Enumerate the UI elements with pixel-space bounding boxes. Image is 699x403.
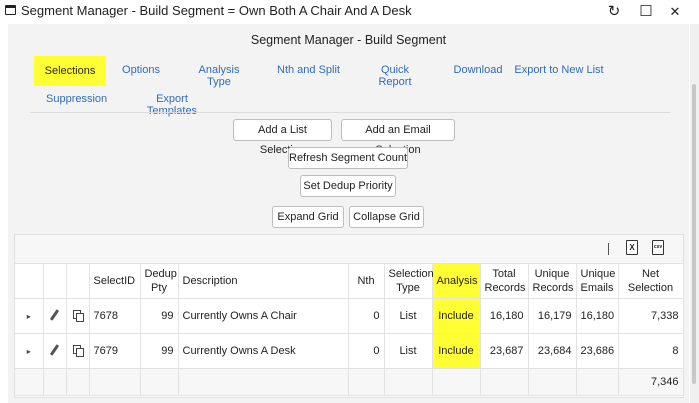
selections-table: SelectID Dedup Pty Description Nth Selec… <box>15 264 684 396</box>
edit-pencil-icon[interactable] <box>49 343 60 356</box>
cell-net-selection: 7,338 <box>618 298 684 334</box>
cell-select-id: 7678 <box>89 298 141 334</box>
header-selection-type[interactable]: Selection Type <box>384 264 434 299</box>
tab-analysis-type[interactable]: Analysis Type <box>186 64 252 88</box>
dialog-content: Segment Manager - Build Segment Selectio… <box>8 24 689 403</box>
refresh-segment-count-button[interactable]: Refresh Segment Count <box>288 147 408 169</box>
cell-description: Currently Owns A Chair <box>178 298 349 334</box>
cell-unique-emails: 23,686 <box>576 333 619 369</box>
selections-grid: X csv SelectID Dedup Pty Description Nth… <box>14 234 684 398</box>
cell-dedup-pty: 99 <box>140 333 179 369</box>
header-copy <box>66 264 90 299</box>
cell-dedup-pty: 99 <box>140 298 179 334</box>
export-excel-icon[interactable]: X <box>626 240 638 255</box>
header-edit <box>43 264 67 299</box>
cell-selection-type: List <box>384 298 433 334</box>
cell-selection-type: List <box>384 333 433 369</box>
grid-toolbar: X csv <box>15 235 683 264</box>
header-total-records[interactable]: Total Records <box>480 264 529 299</box>
tab-quick-report[interactable]: Quick Report <box>364 64 426 88</box>
tab-nth-and-split[interactable]: Nth and Split <box>276 64 341 76</box>
header-unique-emails[interactable]: Unique Emails <box>576 264 619 299</box>
refresh-icon[interactable]: ↻ <box>604 2 624 20</box>
cell-description: Currently Owns A Desk <box>178 333 349 369</box>
copy-icon[interactable] <box>72 344 84 357</box>
cell-net-selection: 8 <box>618 333 684 369</box>
tab-suppression[interactable]: Suppression <box>46 93 107 105</box>
vertical-scrollbar[interactable] <box>690 24 699 403</box>
cell-total-records: 16,180 <box>480 298 529 334</box>
expand-grid-button[interactable]: Expand Grid <box>272 206 344 228</box>
cell-unique-emails: 16,180 <box>576 298 619 334</box>
table-footer-row: 7,346 <box>15 368 684 396</box>
page-title: Segment Manager - Build Segment <box>250 33 447 47</box>
copy-icon[interactable] <box>72 309 84 322</box>
header-analysis[interactable]: Analysis <box>432 264 481 299</box>
tab-selections[interactable]: Selections <box>34 56 106 86</box>
add-list-selection-button[interactable]: Add a List Selection <box>233 119 332 156</box>
cell-analysis: Include <box>432 333 481 369</box>
scrollbar-thumb[interactable] <box>692 84 696 384</box>
table-row: ▸ 7678 99 Currently Owns A Chair 0 List … <box>15 298 684 334</box>
header-expander <box>15 264 44 299</box>
table-header-row: SelectID Dedup Pty Description Nth Selec… <box>15 264 684 299</box>
cell-nth: 0 <box>348 333 385 369</box>
header-dedup-pty[interactable]: Dedup Pty <box>140 264 179 299</box>
tab-download[interactable]: Download <box>452 64 504 76</box>
window-icon <box>5 5 16 15</box>
row-expand-icon[interactable]: ▸ <box>27 312 31 321</box>
row-expand-icon[interactable]: ▸ <box>27 347 31 356</box>
cell-unique-records: 23,684 <box>528 333 577 369</box>
add-email-selection-button[interactable]: Add an Email Selection <box>341 119 455 156</box>
header-unique-records[interactable]: Unique Records <box>528 264 577 299</box>
edit-pencil-icon[interactable] <box>49 308 60 321</box>
tab-export-to-new-list[interactable]: Export to New List <box>511 64 607 76</box>
collapse-grid-button[interactable]: Collapse Grid <box>349 206 424 228</box>
header-nth[interactable]: Nth <box>348 264 385 299</box>
footer-net-selection-total: 7,346 <box>618 368 684 396</box>
header-description[interactable]: Description <box>178 264 349 299</box>
maximize-icon[interactable]: ☐ <box>636 2 656 20</box>
header-select-id[interactable]: SelectID <box>89 264 141 299</box>
cell-total-records: 23,687 <box>480 333 529 369</box>
tabs-divider <box>30 112 670 113</box>
cell-select-id: 7679 <box>89 333 141 369</box>
window-title: Segment Manager - Build Segment = Own Bo… <box>21 3 412 18</box>
set-dedup-priority-button[interactable]: Set Dedup Priority <box>300 175 396 197</box>
window-titlebar: Segment Manager - Build Segment = Own Bo… <box>0 0 699 24</box>
toolbar-separator <box>608 243 609 255</box>
tab-export-templates[interactable]: Export Templates <box>132 93 212 117</box>
cell-unique-records: 16,179 <box>528 298 577 334</box>
table-row: ▸ 7679 99 Currently Owns A Desk 0 List I… <box>15 333 684 369</box>
header-net-selection[interactable]: Net Selection <box>618 264 684 299</box>
tab-options[interactable]: Options <box>122 64 160 76</box>
export-csv-icon[interactable]: csv <box>652 240 664 255</box>
cell-nth: 0 <box>348 298 385 334</box>
cell-analysis: Include <box>432 298 481 334</box>
close-icon[interactable]: ✕ <box>665 4 685 20</box>
